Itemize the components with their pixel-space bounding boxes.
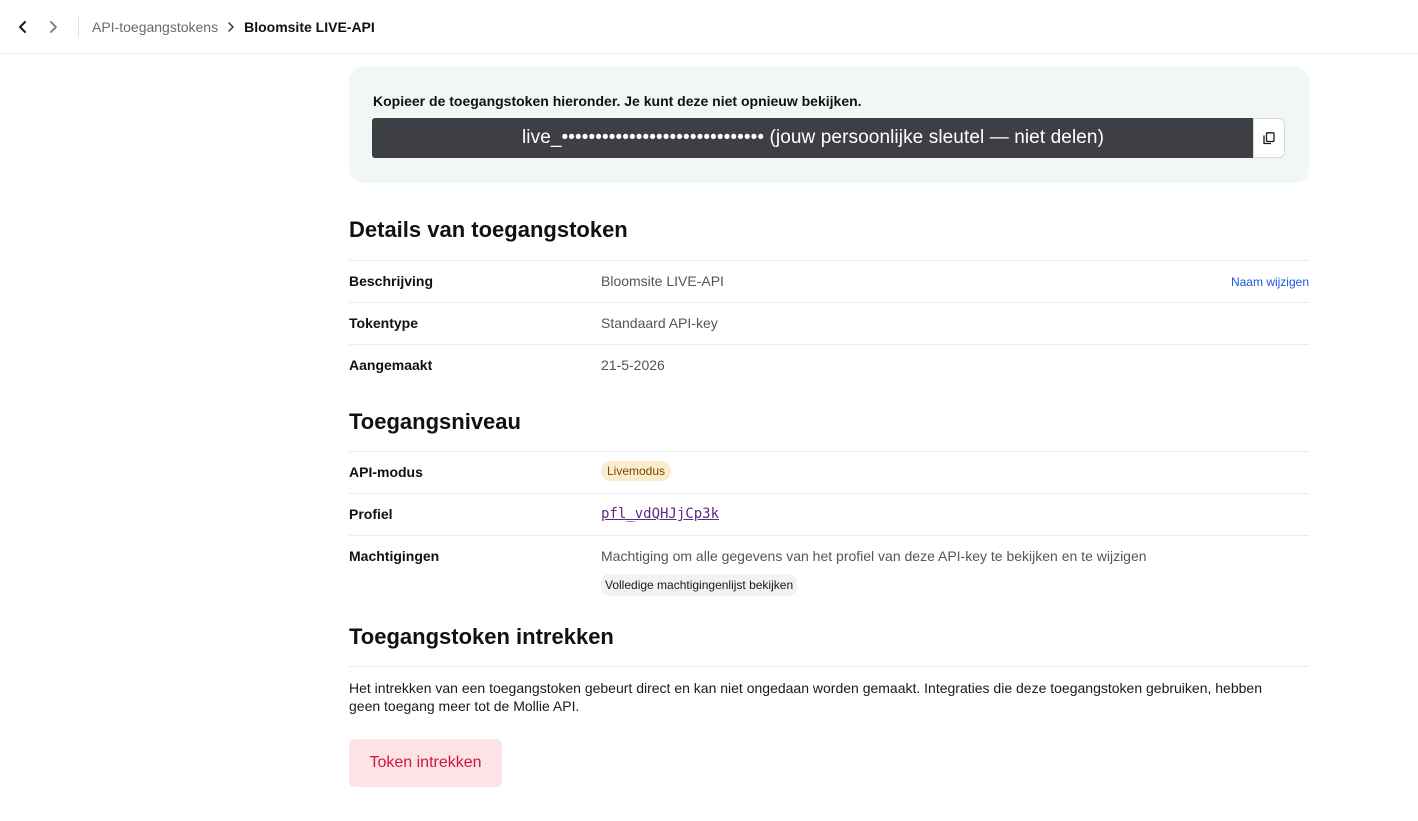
row-value: Bloomsite LIVE-API bbox=[601, 273, 724, 289]
access-row-permissions: Machtigingen Machtiging om alle gegevens… bbox=[349, 535, 1309, 605]
row-value: Standaard API-key bbox=[601, 315, 718, 331]
revoke-divider bbox=[349, 666, 1309, 667]
nav-divider bbox=[78, 17, 79, 37]
details-row-token-type: Tokentype Standaard API-key bbox=[349, 302, 1309, 344]
forward-button[interactable] bbox=[41, 14, 65, 40]
top-bar: API-toegangstokens Bloomsite LIVE-API bbox=[0, 0, 1418, 54]
token-value-field[interactable]: live_•••••••••••••••••••••••••••••• (jou… bbox=[372, 118, 1254, 158]
back-button[interactable] bbox=[11, 14, 35, 40]
revoke-token-button[interactable]: Token intrekken bbox=[349, 739, 502, 787]
row-label: Tokentype bbox=[349, 315, 418, 331]
rename-link[interactable]: Naam wijzigen bbox=[1231, 275, 1309, 289]
row-label: Beschrijving bbox=[349, 273, 434, 289]
row-label: API-modus bbox=[349, 464, 423, 480]
details-row-description: Beschrijving Bloomsite LIVE-API Naam wij… bbox=[349, 260, 1309, 302]
access-row-profile: Profiel pfl_vdQHJjCp3k bbox=[349, 493, 1309, 535]
token-card: Kopieer de toegangstoken hieronder. Je k… bbox=[349, 67, 1309, 183]
details-section-title: Details van toegangstoken bbox=[349, 217, 628, 242]
breadcrumb-parent-link[interactable]: API-toegangstokens bbox=[92, 19, 218, 35]
row-value: 21-5-2026 bbox=[601, 357, 665, 373]
chevron-left-icon bbox=[19, 21, 26, 33]
view-permissions-button[interactable]: Volledige machtigingenlijst bekijken bbox=[601, 574, 798, 596]
copy-token-button[interactable] bbox=[1253, 118, 1285, 158]
permissions-description: Machtiging om alle gegevens van het prof… bbox=[601, 548, 1147, 564]
revoke-section-title: Toegangstoken intrekken bbox=[349, 624, 614, 649]
profile-id-link[interactable]: pfl_vdQHJjCp3k bbox=[601, 506, 719, 522]
live-mode-badge: Livemodus bbox=[601, 461, 672, 481]
row-label: Profiel bbox=[349, 506, 393, 522]
access-section-title: Toegangsniveau bbox=[349, 409, 521, 434]
row-label: Machtigingen bbox=[349, 548, 440, 564]
chevron-right-icon bbox=[50, 21, 57, 33]
access-row-api-mode: API-modus Livemodus bbox=[349, 451, 1309, 493]
token-instruction: Kopieer de toegangstoken hieronder. Je k… bbox=[373, 93, 862, 109]
breadcrumb-current: Bloomsite LIVE-API bbox=[244, 19, 375, 35]
breadcrumb-chevron-icon bbox=[228, 22, 234, 32]
revoke-description: Het intrekken van een toegangstoken gebe… bbox=[349, 680, 1262, 714]
breadcrumb: API-toegangstokens Bloomsite LIVE-API bbox=[92, 17, 375, 37]
row-label: Aangemaakt bbox=[349, 357, 433, 373]
copy-icon bbox=[1263, 131, 1275, 144]
details-row-created: Aangemaakt 21-5-2026 bbox=[349, 344, 1309, 386]
